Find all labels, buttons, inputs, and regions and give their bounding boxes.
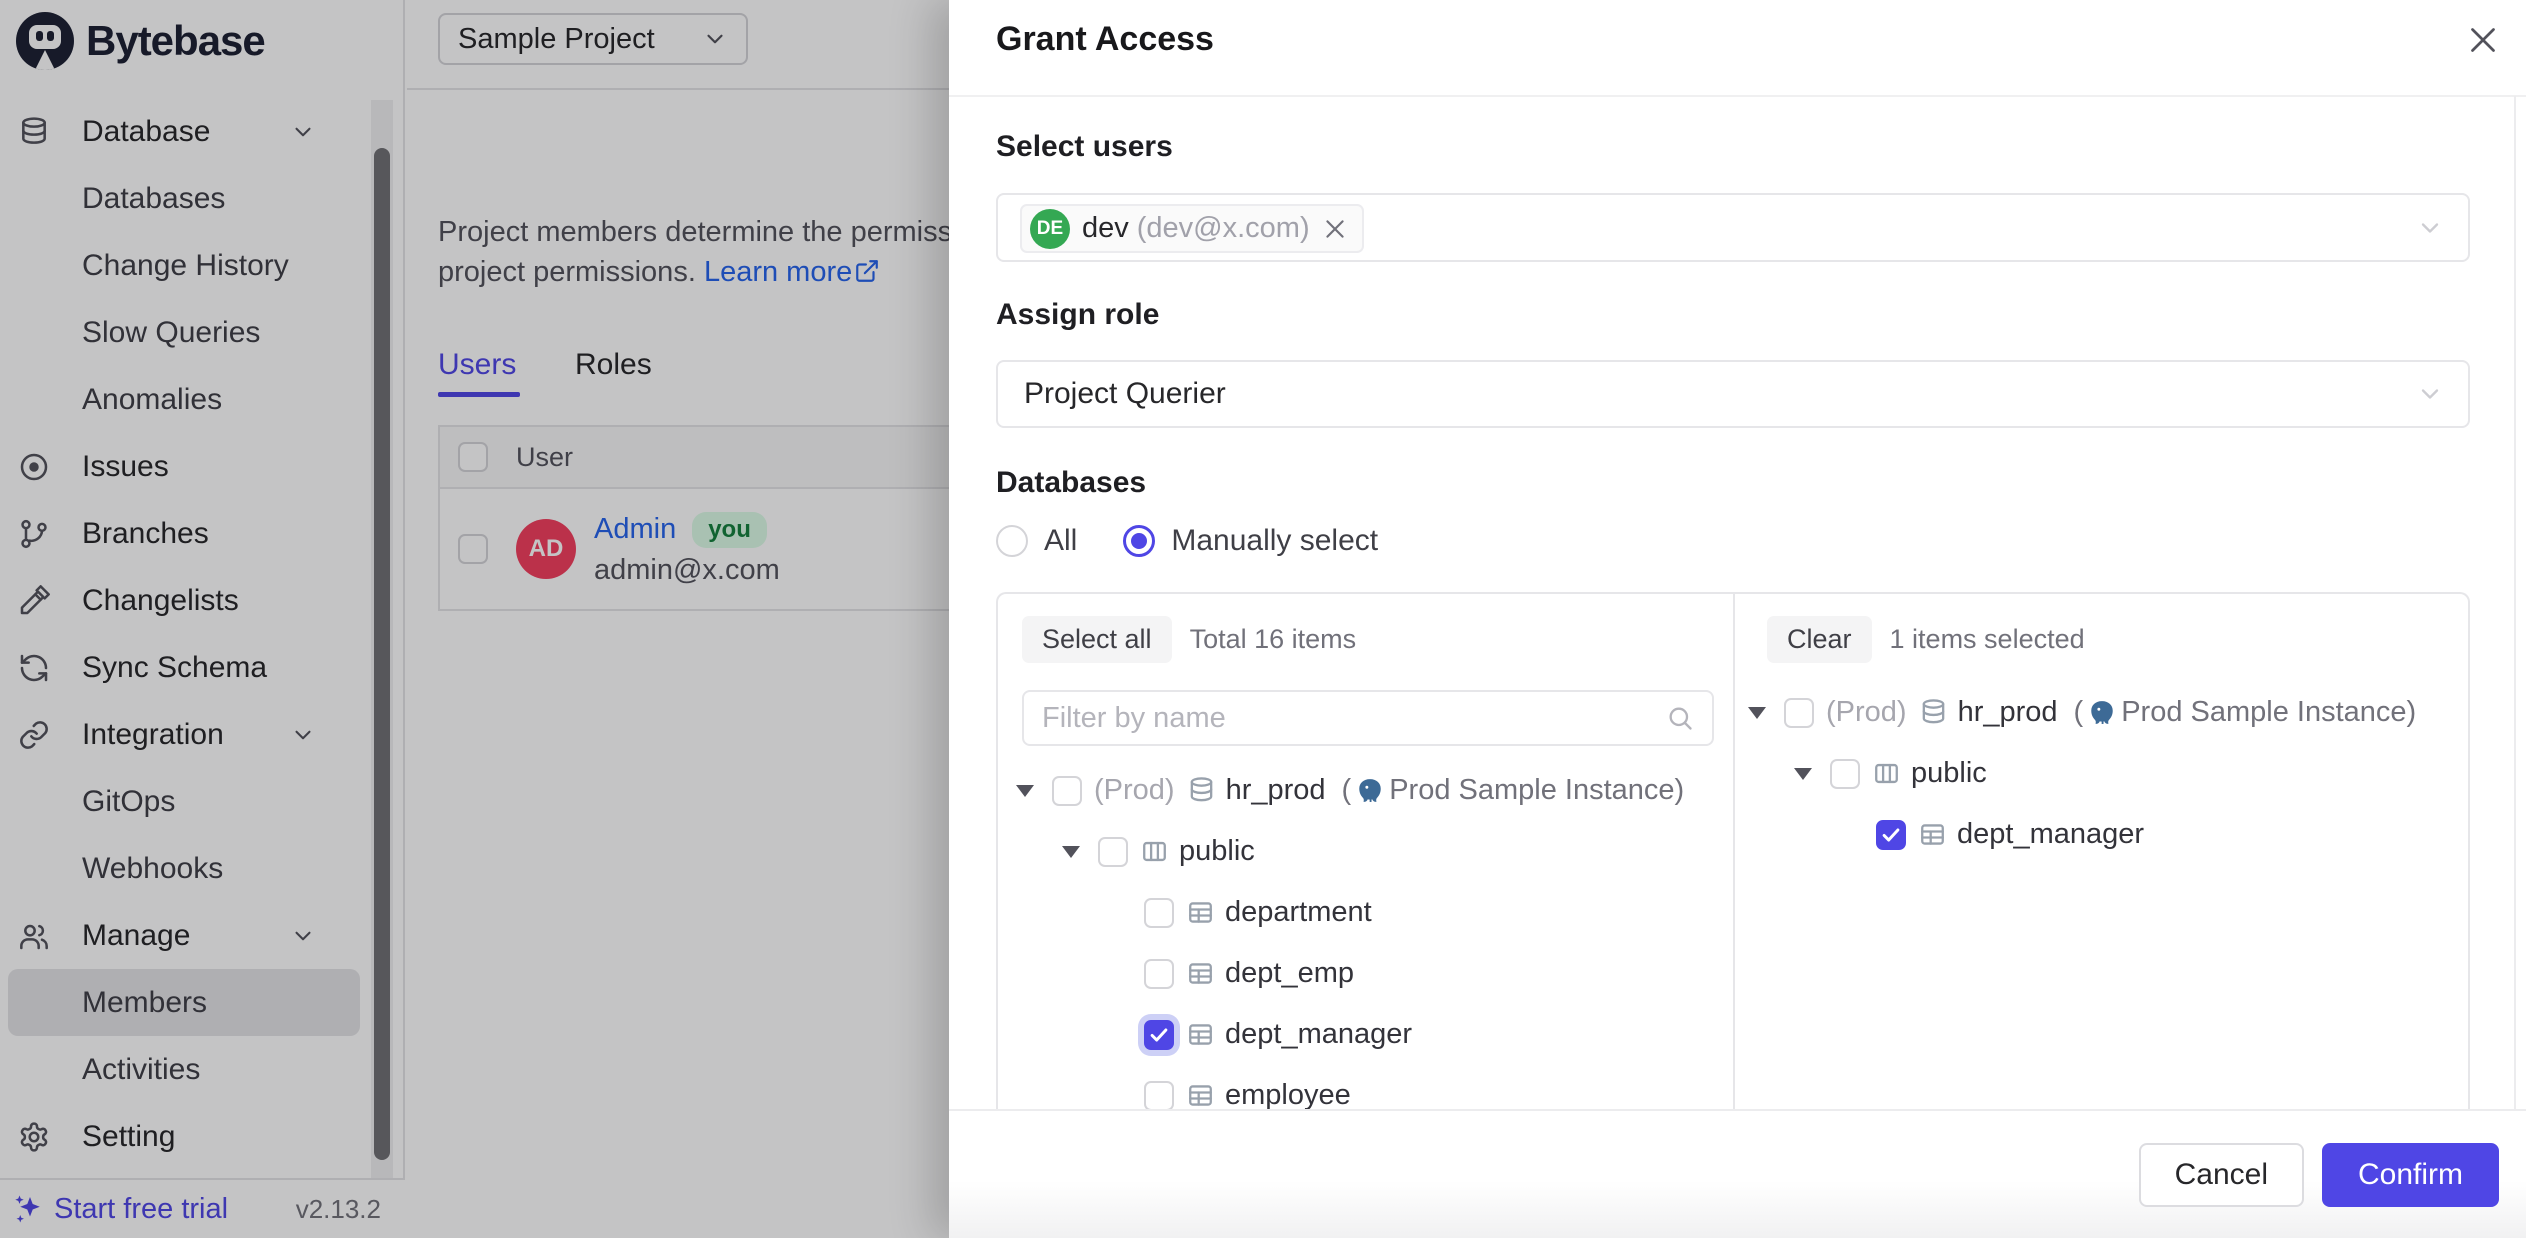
right-database-tree: (Prod) hr_prod (Prod Sample Instance) publi…	[1735, 682, 2468, 865]
filter-by-name-input[interactable]	[1024, 702, 1666, 735]
tree-row-department: department	[998, 882, 1733, 943]
chip-user-name: dev	[1082, 212, 1129, 245]
close-icon[interactable]	[2465, 22, 2501, 58]
remove-user-icon[interactable]	[1322, 216, 1348, 242]
select-users-input[interactable]: DE dev (dev@x.com)	[996, 193, 2470, 262]
total-items-label: Total 16 items	[1190, 624, 1357, 655]
tree-row-public: public	[998, 821, 1733, 882]
table-icon	[1186, 959, 1215, 988]
confirm-button[interactable]: Confirm	[2322, 1143, 2499, 1207]
checkbox-employee[interactable]	[1144, 1081, 1174, 1110]
tree-row-hr_prod: (Prod) hr_prod (Prod Sample Instance)	[1735, 682, 2468, 743]
node-name[interactable]: dept_manager	[1225, 1018, 1412, 1051]
select-all-button[interactable]: Select all	[1022, 616, 1172, 663]
selected-count-label: 1 items selected	[1890, 624, 2085, 655]
postgresql-icon	[1356, 777, 1384, 805]
database-icon	[1919, 698, 1948, 727]
role-select[interactable]: Project Querier	[996, 360, 2470, 428]
assign-role-label: Assign role	[996, 298, 1159, 332]
selected-user-chip: DE dev (dev@x.com)	[1020, 204, 1364, 253]
tree-row-dept_manager: dept_manager	[1735, 804, 2468, 865]
caret-down-icon[interactable]	[1794, 768, 1830, 780]
instance-label: (Prod Sample Instance)	[1342, 774, 1685, 807]
table-icon	[1186, 898, 1215, 927]
checked-checkbox-dept_manager[interactable]	[1144, 1020, 1174, 1050]
caret-down-icon[interactable]	[1016, 785, 1052, 797]
databases-label: Databases	[996, 466, 1146, 500]
modal-title: Grant Access	[996, 20, 1214, 59]
node-name[interactable]: public	[1911, 757, 1987, 790]
cancel-button[interactable]: Cancel	[2139, 1143, 2304, 1207]
grant-access-modal: Grant Access Select users DE dev (dev@x.…	[949, 0, 2526, 1238]
chevron-down-icon	[2416, 380, 2444, 408]
tree-row-dept_manager: dept_manager	[998, 1004, 1733, 1065]
postgresql-icon	[2088, 699, 2116, 727]
search-icon	[1666, 704, 1694, 732]
radio-all-control[interactable]	[996, 525, 1028, 557]
checkbox-hr_prod[interactable]	[1784, 698, 1814, 728]
tree-row-dept_emp: dept_emp	[998, 943, 1733, 1004]
database-scope-radios: All Manually select	[996, 524, 1378, 558]
radio-all[interactable]: All	[996, 524, 1077, 558]
checked-checkbox-dept_manager[interactable]	[1876, 820, 1906, 850]
chevron-down-icon	[2416, 214, 2444, 242]
radio-manual-control[interactable]	[1123, 525, 1155, 557]
environment-label: (Prod)	[1826, 696, 1907, 729]
caret-down-icon[interactable]	[1062, 846, 1098, 858]
checkbox-public[interactable]	[1830, 759, 1860, 789]
available-databases-panel: Select all Total 16 items (Prod)hr_prod(…	[998, 594, 1735, 1109]
node-name[interactable]: hr_prod	[1226, 774, 1326, 807]
modal-scrollbar-gutter	[2514, 96, 2516, 1238]
role-select-value: Project Querier	[1024, 377, 1226, 411]
node-name[interactable]: employee	[1225, 1079, 1351, 1109]
caret-down-icon[interactable]	[1748, 707, 1784, 719]
radio-manually-select[interactable]: Manually select	[1123, 524, 1378, 558]
checkbox-hr_prod[interactable]	[1052, 776, 1082, 806]
chip-user-email: (dev@x.com)	[1137, 212, 1310, 245]
instance-label: (Prod Sample Instance)	[2074, 696, 2417, 729]
node-name[interactable]: hr_prod	[1958, 696, 2058, 729]
schema-icon	[1140, 837, 1169, 866]
tree-row-public: public	[1735, 743, 2468, 804]
modal-header-divider	[949, 95, 2526, 97]
checkbox-dept_emp[interactable]	[1144, 959, 1174, 989]
database-transfer-panels: Select all Total 16 items (Prod)hr_prod(…	[996, 592, 2470, 1109]
table-icon	[1186, 1081, 1215, 1109]
node-name[interactable]: dept_manager	[1957, 818, 2144, 851]
avatar: DE	[1030, 209, 1070, 249]
schema-icon	[1872, 759, 1901, 788]
node-name[interactable]: public	[1179, 835, 1255, 868]
clear-button[interactable]: Clear	[1767, 616, 1872, 663]
table-icon	[1918, 820, 1947, 849]
left-database-tree: (Prod) hr_prod (Prod Sample Instance) publi…	[998, 760, 1733, 1109]
node-name[interactable]: dept_emp	[1225, 957, 1354, 990]
checkbox-department[interactable]	[1144, 898, 1174, 928]
tree-row-employee: employee	[998, 1065, 1733, 1109]
checkbox-public[interactable]	[1098, 837, 1128, 867]
node-name[interactable]: department	[1225, 896, 1372, 929]
selected-databases-panel: Clear 1 items selected (Prod)hr_prod(Pro…	[1735, 594, 2468, 1109]
table-icon	[1186, 1020, 1215, 1049]
environment-label: (Prod)	[1094, 774, 1175, 807]
filter-input-wrapper	[1022, 690, 1714, 746]
select-users-label: Select users	[996, 130, 1173, 164]
modal-footer: Cancel Confirm	[949, 1109, 2526, 1238]
database-icon	[1187, 776, 1216, 805]
tree-row-hr_prod: (Prod) hr_prod (Prod Sample Instance)	[998, 760, 1733, 821]
